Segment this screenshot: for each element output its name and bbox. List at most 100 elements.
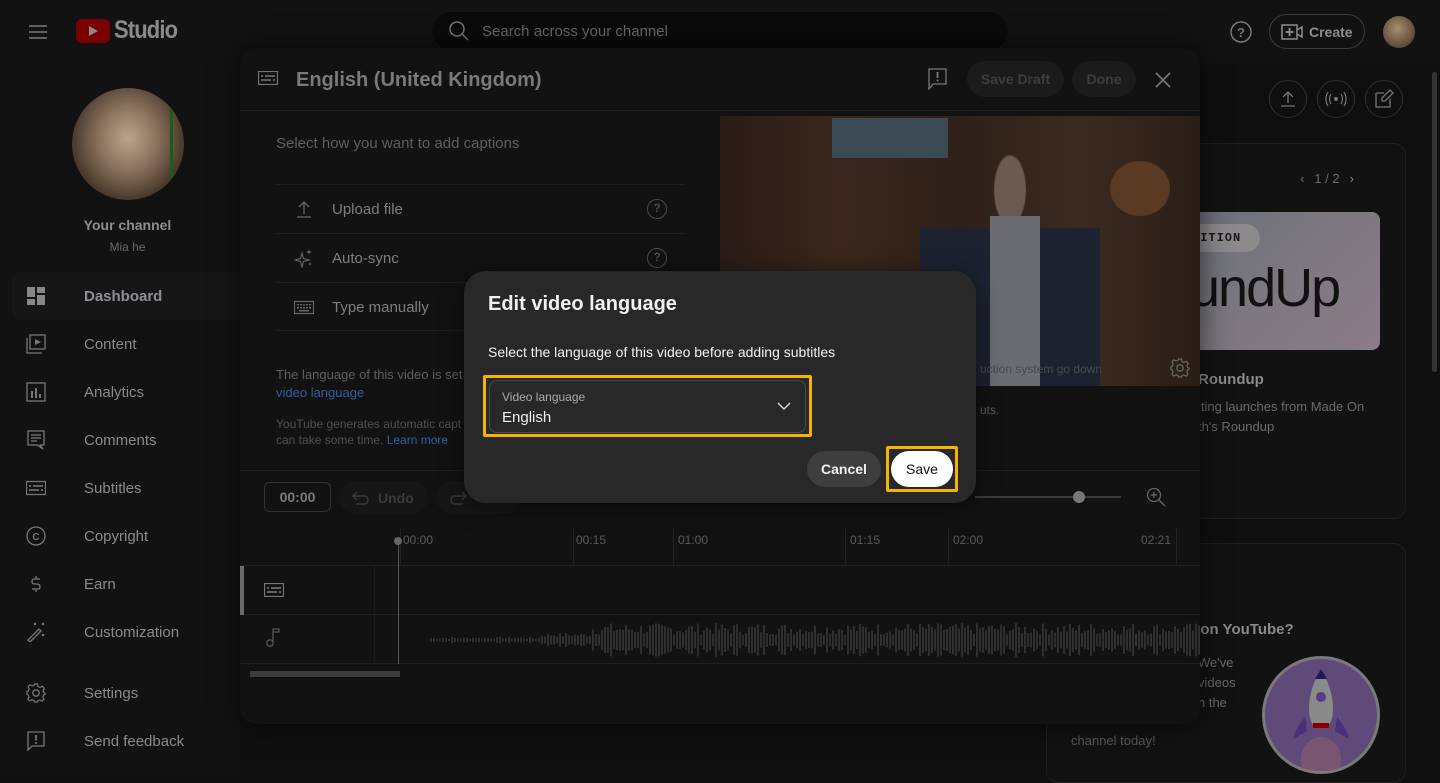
option-label: Type manually: [332, 298, 429, 316]
waveform-bar: [961, 623, 963, 657]
timeline-scrollbar[interactable]: [250, 671, 400, 677]
waveform-bar: [475, 638, 477, 642]
search-input[interactable]: [482, 22, 942, 40]
waveform-bar: [745, 633, 747, 647]
account-avatar[interactable]: [1383, 16, 1415, 48]
track-selection-indicator: [240, 566, 244, 615]
upload-videos-button[interactable]: [1269, 80, 1307, 118]
sidebar-item-send-feedback[interactable]: Send feedback: [12, 717, 252, 765]
waveform-bar: [1057, 627, 1059, 653]
video-language-link[interactable]: video language: [276, 385, 364, 400]
create-button[interactable]: Create: [1269, 14, 1365, 49]
studio-logo[interactable]: Studio: [76, 16, 186, 45]
sidebar-item-subtitles[interactable]: Subtitles: [12, 464, 252, 512]
waveform-bar: [1150, 633, 1152, 647]
waveform-bar: [805, 630, 807, 650]
waveform-bar: [1063, 626, 1065, 654]
chevron-right-icon[interactable]: ›: [1350, 171, 1354, 186]
sidebar-item-dashboard[interactable]: Dashboard: [12, 272, 252, 320]
news-description: iting launches from Made On th's Roundup: [1198, 399, 1365, 434]
waveform-bar: [499, 637, 501, 643]
video-settings-button[interactable]: [1170, 358, 1190, 378]
waveform-bar: [526, 638, 528, 642]
waveform-bar: [898, 629, 900, 651]
waveform-bar: [577, 635, 579, 645]
playhead[interactable]: [398, 539, 399, 664]
help-icon[interactable]: ?: [647, 248, 667, 268]
sidebar-item-settings[interactable]: Settings: [12, 669, 252, 717]
keyboard-icon: [294, 300, 314, 315]
playhead-handle[interactable]: [394, 537, 402, 545]
waveform-bar: [829, 633, 831, 647]
waveform-bar: [772, 634, 774, 646]
waveform-bar: [853, 626, 855, 654]
sidebar-item-customization[interactable]: Customization: [12, 608, 252, 656]
auto-captions-note: YouTube generates automatic capt can tak…: [276, 416, 466, 448]
waveform-bar: [904, 628, 906, 652]
upload-file-option[interactable]: Upload file ?: [276, 184, 685, 233]
waveform-bar: [703, 630, 705, 650]
done-button[interactable]: Done: [1072, 61, 1136, 97]
cancel-button[interactable]: Cancel: [807, 451, 881, 487]
sidebar-item-content[interactable]: Content: [12, 320, 252, 368]
edit-video-language-dialog: Edit video language Select the language …: [464, 271, 976, 503]
go-live-button[interactable]: [1317, 80, 1355, 118]
video-add-icon: [1281, 23, 1303, 40]
subtitle-track[interactable]: [240, 566, 1200, 615]
search-bar[interactable]: [432, 12, 1008, 50]
waveform-bar: [1129, 628, 1131, 652]
channel-avatar[interactable]: [72, 88, 184, 200]
news-thumbnail[interactable]: DITION undUp: [1190, 212, 1380, 350]
waveform-bar: [1093, 628, 1095, 652]
option-label: Upload file: [332, 200, 403, 218]
video-frame-lamp: [1110, 161, 1170, 216]
select-field[interactable]: Video language English: [489, 380, 806, 433]
video-language-select[interactable]: Video language English: [483, 375, 812, 437]
waveform-bar: [1189, 623, 1191, 657]
timecode-field[interactable]: 00:00: [264, 482, 331, 512]
waveform-bar: [622, 629, 624, 651]
waveform-bar: [856, 630, 858, 650]
help-button[interactable]: ?: [1229, 20, 1253, 44]
create-post-button[interactable]: [1365, 80, 1403, 118]
waveform-bar: [1087, 629, 1089, 651]
undo-label: Undo: [378, 489, 414, 506]
sidebar-item-copyright[interactable]: C Copyright: [12, 512, 252, 560]
waveform-bar: [436, 638, 438, 642]
tick-label: 02:00: [953, 533, 984, 547]
waveform-bar: [601, 630, 603, 650]
waveform-bar: [508, 637, 510, 643]
menu-button[interactable]: [26, 20, 50, 44]
waveform-bar: [1081, 632, 1083, 648]
zoom-slider-handle[interactable]: [1072, 491, 1085, 503]
learn-more-link[interactable]: Learn more: [387, 433, 448, 447]
news-title[interactable]: Roundup: [1198, 371, 1264, 388]
waveform-bar: [1012, 629, 1014, 651]
chevron-left-icon[interactable]: ‹: [1300, 171, 1304, 186]
waveform-bar: [700, 634, 702, 646]
zoom-in-button[interactable]: [1146, 487, 1166, 507]
hamburger-icon: [29, 25, 47, 39]
waveform-bar: [844, 634, 846, 646]
waveform-bar: [838, 629, 840, 651]
report-button[interactable]: [928, 68, 948, 90]
waveform-bar: [583, 634, 585, 646]
waveform-bar: [979, 628, 981, 652]
save-button-highlight: Save: [886, 446, 958, 492]
timeline-zoom-slider[interactable]: [975, 496, 1121, 498]
undo-button[interactable]: Undo: [339, 481, 428, 514]
waveform-bar: [658, 623, 660, 657]
help-icon[interactable]: ?: [647, 199, 667, 219]
waveform-bar: [784, 624, 786, 656]
sidebar-item-analytics[interactable]: Analytics: [12, 368, 252, 416]
tick-line: [400, 528, 401, 566]
sidebar-item-earn[interactable]: Earn: [12, 560, 252, 608]
save-button[interactable]: Save: [891, 451, 953, 487]
waveform-bar: [724, 627, 726, 653]
waveform-bar: [1099, 633, 1101, 647]
sidebar-item-comments[interactable]: Comments: [12, 416, 252, 464]
page-scrollbar[interactable]: [1432, 72, 1437, 372]
save-draft-button[interactable]: Save Draft: [967, 61, 1064, 97]
waveform-bar: [1123, 626, 1125, 654]
close-button[interactable]: [1155, 72, 1171, 88]
